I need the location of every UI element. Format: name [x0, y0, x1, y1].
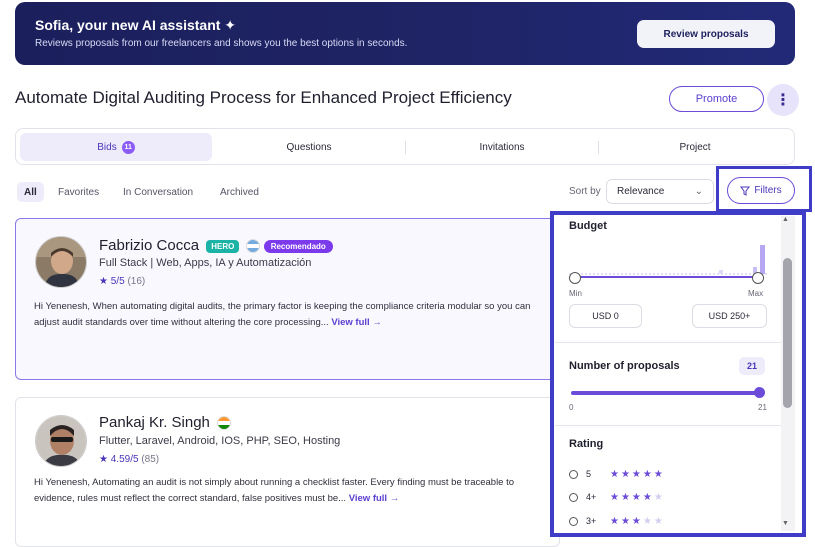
sort-by-label: Sort by — [569, 186, 601, 197]
budget-min-handle[interactable] — [569, 272, 581, 284]
tab-project[interactable]: Project — [602, 133, 788, 161]
radio-button[interactable] — [569, 492, 578, 502]
sort-value: Relevance — [617, 186, 665, 197]
freelancer-rating: ★ 4.59/5 (85) — [99, 454, 159, 465]
budget-title: Budget — [569, 220, 607, 232]
tab-divider — [405, 141, 406, 154]
india-flag-icon — [217, 416, 232, 431]
promote-button[interactable]: Promote — [669, 86, 764, 112]
tab-label: Bids — [97, 141, 117, 153]
star-icon: ★ — [99, 454, 108, 465]
scrollbar-thumb[interactable] — [783, 258, 792, 408]
filter-chip-archived[interactable]: Archived — [220, 182, 259, 202]
hero-badge: HERO — [206, 239, 240, 253]
freelancer-name[interactable]: Fabrizio Cocca HERO Recomendado — [99, 237, 333, 254]
review-count: (85) — [141, 454, 160, 465]
scroll-up-arrow-icon[interactable]: ▲ — [782, 216, 789, 223]
freelancer-name[interactable]: Pankaj Kr. Singh — [99, 414, 232, 431]
filter-icon — [740, 186, 751, 196]
rating-title: Rating — [569, 438, 604, 450]
filter-chip-in-conversation[interactable]: In Conversation — [123, 182, 193, 202]
rating-option-4[interactable]: 4+ ★★★★★ — [569, 490, 665, 504]
recommended-badge: Recomendado — [263, 239, 333, 253]
budget-max-input[interactable]: USD 250+ — [692, 304, 767, 328]
avatar — [35, 415, 87, 467]
more-options-icon[interactable]: ⋮ — [767, 84, 799, 116]
budget-range-slider[interactable] — [575, 276, 759, 278]
filter-chip-all[interactable]: All — [17, 182, 44, 202]
banner-title: Sofia, your new AI assistant ✦ — [35, 17, 237, 33]
freelancer-role: Full Stack | Web, Apps, IA y Automatizac… — [99, 257, 312, 269]
tab-questions[interactable]: Questions — [216, 133, 402, 161]
proposal-description: Hi Yenenesh, Automating an audit is not … — [34, 477, 515, 504]
tab-invitations[interactable]: Invitations — [409, 133, 595, 161]
review-count: (16) — [127, 276, 146, 287]
radio-button[interactable] — [569, 469, 578, 479]
sort-select[interactable]: Relevance ⌄ — [606, 179, 714, 204]
num-proposals-title: Number of proposals — [569, 360, 680, 372]
proposals-max-label: 21 — [758, 403, 767, 412]
chevron-down-icon: ⌄ — [694, 186, 703, 197]
page-title: Automate Digital Auditing Process for En… — [15, 88, 512, 107]
stars-icon: ★★★★★ — [610, 515, 665, 527]
argentina-flag-icon — [245, 239, 260, 254]
view-full-link[interactable]: View full → — [349, 493, 400, 504]
rating-value: 4.59/5 — [110, 454, 139, 465]
rating-option-5[interactable]: 5 ★★★★★ — [569, 467, 665, 481]
banner-subtitle: Reviews proposals from our freelancers a… — [35, 38, 408, 49]
view-full-link[interactable]: View full → — [331, 317, 382, 328]
budget-max-handle[interactable] — [752, 272, 764, 284]
proposals-range-slider[interactable] — [571, 391, 761, 395]
budget-max-label: Max — [748, 289, 764, 298]
radio-button[interactable] — [569, 516, 578, 526]
stars-icon: ★★★★★ — [610, 491, 665, 503]
num-proposals-count-badge: 21 — [739, 357, 765, 375]
ai-assistant-banner: Sofia, your new AI assistant ✦ Reviews p… — [15, 2, 795, 65]
proposal-card[interactable]: Fabrizio Cocca HERO Recomendado Full Sta… — [15, 218, 560, 380]
proposals-slider-handle[interactable] — [754, 387, 765, 398]
rating-value: 5/5 — [110, 276, 125, 287]
budget-histogram — [569, 245, 769, 275]
section-divider — [555, 425, 781, 426]
filters-label: Filters — [754, 185, 782, 196]
section-divider — [555, 342, 781, 343]
filters-button[interactable]: Filters — [727, 177, 795, 204]
proposal-card[interactable]: Pankaj Kr. Singh Flutter, Laravel, Andro… — [15, 397, 560, 547]
freelancer-role: Flutter, Laravel, Android, IOS, PHP, SEO… — [99, 435, 341, 447]
tab-bids[interactable]: Bids 11 — [20, 133, 212, 161]
avatar — [35, 236, 87, 288]
scroll-down-arrow-icon[interactable]: ▼ — [782, 520, 789, 527]
filter-chip-favorites[interactable]: Favorites — [58, 182, 99, 202]
filters-panel: Budget Min Max USD 0 USD 250+ Number of … — [555, 216, 795, 531]
budget-min-input[interactable]: USD 0 — [569, 304, 642, 328]
stars-icon: ★★★★★ — [610, 468, 665, 480]
proposals-min-label: 0 — [569, 403, 574, 412]
star-icon: ★ — [99, 276, 108, 287]
rating-option-3[interactable]: 3+ ★★★★★ — [569, 514, 665, 528]
bids-count-badge: 11 — [121, 140, 135, 154]
freelancer-rating: ★ 5/5 (16) — [99, 276, 145, 287]
budget-min-label: Min — [569, 289, 582, 298]
review-proposals-button[interactable]: Review proposals — [637, 20, 775, 48]
project-tabs: Bids 11 Questions Invitations Project — [15, 128, 795, 165]
proposal-description: Hi Yenenesh, When automating digital aud… — [34, 301, 531, 328]
tab-divider — [598, 141, 599, 154]
